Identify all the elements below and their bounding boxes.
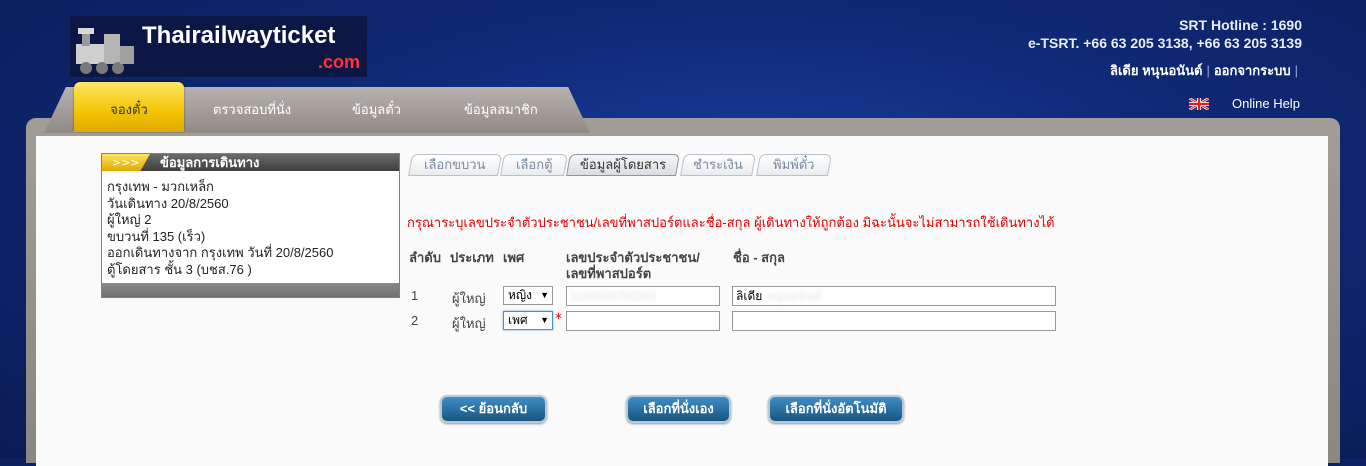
trip-info-lines: กรุงเทพ - มวกเหล็ก วันเดินทาง 20/8/2560 …: [107, 179, 333, 278]
user-name-link[interactable]: ลิเดีย หนุนอนันต์: [1110, 63, 1202, 78]
step-payment[interactable]: ชำระเงิน: [680, 154, 756, 176]
select-seat-auto-button[interactable]: เลือกที่นั่งอัตโนมัติ: [768, 395, 904, 423]
arrows-icon: >>>: [102, 154, 150, 171]
col-order-header: ลำดับ: [409, 250, 441, 265]
trip-info-title: ข้อมูลการเดินทาง: [160, 155, 260, 170]
warning-message: กรุณาระบุเลขประจำตัวประชาชน/เลขที่พาสปอร…: [407, 215, 1055, 230]
trip-coach: ตู้โดยสาร ชั้น 3 (บชส.76 ): [107, 261, 252, 277]
step-select-coach[interactable]: เลือกตู้: [500, 154, 568, 176]
train-icon: [76, 28, 134, 74]
nav-label: จองตั๋ว: [110, 102, 148, 117]
online-help-link[interactable]: Online Help: [1232, 96, 1300, 111]
trip-info-header: >>> ข้อมูลการเดินทาง: [102, 154, 399, 171]
nav-item-ticket-info[interactable]: ข้อมูลตั๋ว: [352, 99, 401, 120]
back-button[interactable]: << ย้อนกลับ: [440, 395, 547, 423]
step-passenger-info[interactable]: ข้อมูลผู้โดยสาร: [566, 154, 680, 176]
hotline: SRT Hotline : 1690: [1179, 17, 1302, 33]
row-1-number: 1: [411, 288, 419, 303]
row-2-gender-select[interactable]: เพศ ▼: [503, 311, 553, 330]
row-1-gender-select[interactable]: หญิง ▼: [503, 286, 553, 305]
logo-text: Thairailwayticket: [142, 22, 336, 49]
caret-down-icon: ▼: [540, 290, 549, 300]
caret-down-icon: ▼: [540, 315, 549, 325]
row-2-type: ผู้ใหญ่: [452, 316, 486, 331]
logout-link[interactable]: ออกจากระบบ: [1214, 63, 1291, 78]
trip-date: วันเดินทาง 20/8/2560: [107, 195, 229, 211]
row-2-number: 2: [411, 313, 419, 328]
nav-item-booking[interactable]: จองตั๋ว: [74, 82, 184, 132]
trip-info-footer: [102, 283, 399, 297]
col-type-header: ประเภท: [450, 250, 494, 265]
logo-suffix: .com: [318, 52, 361, 72]
etsrt-phones: e-TSRT. +66 63 205 3138, +66 63 205 3139: [1028, 35, 1302, 51]
select-seat-manual-button[interactable]: เลือกที่นั่งเอง: [626, 395, 731, 423]
col-id-header-1: เลขประจำตัวประชาชน/: [566, 250, 700, 265]
trip-departure: ออกเดินทางจาก กรุงเทพ วันที่ 20/8/2560: [107, 245, 334, 260]
row-2-id-input[interactable]: [566, 311, 720, 331]
required-mark: *: [555, 311, 562, 327]
row-1-name-input[interactable]: ลิเดีย หนุนอนันต์: [732, 286, 1056, 306]
step-print-ticket[interactable]: พิมพ์ตั๋ว: [756, 154, 832, 176]
nav-item-member-info[interactable]: ข้อมูลสมาชิก: [464, 99, 538, 120]
user-bar: ลิเดีย หนุนอนันต์ | ออกจากระบบ |: [1110, 60, 1302, 81]
col-gender-header: เพศ: [503, 250, 525, 265]
row-1-type: ผู้ใหญ่: [452, 291, 486, 306]
col-id-header-2: เลขที่พาสปอร์ต: [566, 266, 652, 281]
col-name-header: ชื่อ - สกุล: [733, 250, 785, 265]
nav-item-check-seat[interactable]: ตรวจสอบที่นั่ง: [213, 99, 291, 120]
row-1-id-input[interactable]: 1100500700260: [566, 286, 720, 306]
uk-flag-icon[interactable]: [1189, 98, 1209, 110]
site-logo[interactable]: Thairailwayticket .com: [70, 16, 367, 77]
divider: |: [1206, 63, 1210, 78]
divider: |: [1294, 63, 1298, 78]
trip-passengers: ผู้ใหญ่ 2: [107, 212, 152, 227]
step-select-train[interactable]: เลือกขบวน: [408, 154, 502, 176]
trip-info-box: >>> ข้อมูลการเดินทาง กรุงเทพ - มวกเหล็ก …: [101, 153, 400, 298]
trip-route: กรุงเทพ - มวกเหล็ก: [107, 179, 214, 194]
row-2-name-input[interactable]: [732, 311, 1056, 331]
trip-train: ขบวนที่ 135 (เร็ว): [107, 228, 206, 244]
